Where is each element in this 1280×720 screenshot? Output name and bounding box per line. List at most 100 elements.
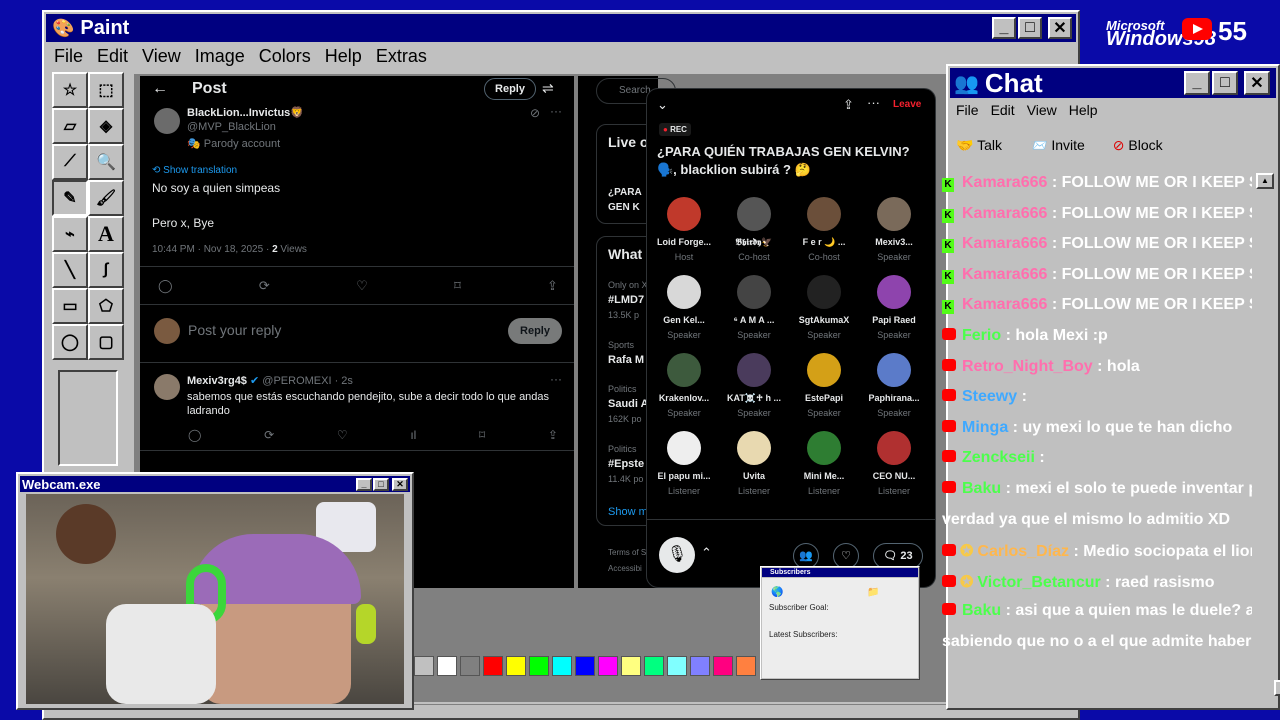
participant[interactable]: El papu mi... Listener <box>649 431 719 507</box>
show-more-link[interactable]: Show m <box>608 506 648 518</box>
chat-username[interactable]: Carlos_Díaz <box>977 543 1069 560</box>
participant[interactable]: EstePapi Speaker <box>789 353 859 429</box>
chat-username[interactable]: Steewy <box>962 388 1017 405</box>
chat-username[interactable]: Kamara666 <box>962 266 1047 283</box>
block-button[interactable]: ⊘ Block <box>1113 137 1163 154</box>
palette-swatch[interactable] <box>667 656 687 676</box>
reply-input[interactable]: Post your reply <box>188 322 281 338</box>
rounded-rect-icon[interactable]: ▢ <box>88 324 124 360</box>
participant[interactable]: Loid Forge... Host <box>649 197 719 273</box>
invite-button[interactable]: 📨 Invite <box>1030 137 1085 154</box>
show-translation-link[interactable]: ⟲ Show translation <box>152 165 237 176</box>
reply-button-top[interactable]: Reply <box>484 78 536 100</box>
chat-username[interactable]: Baku <box>962 602 1001 619</box>
curve-icon[interactable]: ∫ <box>88 252 124 288</box>
reply-icon[interactable]: ◯ <box>188 428 201 442</box>
author-name[interactable]: BlackLion...Invictus🦁 <box>187 106 304 119</box>
analytics-icon[interactable]: ıl <box>410 428 416 442</box>
chat-username[interactable]: Kamara666 <box>962 296 1047 313</box>
menu-edit[interactable]: Edit <box>991 102 1015 118</box>
close-button[interactable]: ✕ <box>1244 71 1270 95</box>
share-icon[interactable]: ⇪ <box>548 428 558 442</box>
free-select-icon[interactable]: ☆ <box>52 72 88 108</box>
leave-button[interactable]: Leave <box>893 99 921 110</box>
palette-swatch[interactable] <box>644 656 664 676</box>
minimize-button[interactable]: _ <box>356 477 372 491</box>
trend3[interactable]: Saudi A <box>608 398 649 410</box>
participant[interactable]: 𝕭𝖇𝖎𝖗𝖉𝖞🦅 Co-host <box>719 197 789 273</box>
talk-button[interactable]: 🤝 Talk <box>956 137 1002 154</box>
repost-icon[interactable]: ⟳ <box>264 428 274 442</box>
reply-author-name[interactable]: Mexiv3rg4$ <box>187 375 247 387</box>
maximize-button[interactable]: □ <box>373 477 389 491</box>
palette-swatch[interactable] <box>621 656 641 676</box>
menu-view[interactable]: View <box>142 46 181 67</box>
menu-edit[interactable]: Edit <box>97 46 128 67</box>
trend1[interactable]: #LMD7 <box>608 294 644 306</box>
mic-button[interactable]: 🎙 <box>659 537 695 573</box>
collapse-chevron-icon[interactable]: ⌄ <box>657 97 668 113</box>
menu-extras[interactable]: Extras <box>376 46 427 67</box>
accessibility-link[interactable]: Accessibi <box>608 564 642 573</box>
participant[interactable]: Uvita Listener <box>719 431 789 507</box>
fill-icon[interactable]: ◈ <box>88 108 124 144</box>
repost-icon[interactable]: ⟳ <box>259 278 270 294</box>
live-sub2[interactable]: GEN K <box>608 202 640 213</box>
palette-swatch[interactable] <box>414 656 434 676</box>
participant[interactable]: ⁶ A M A ... Speaker <box>719 275 789 351</box>
palette-swatch[interactable] <box>483 656 503 676</box>
settings-sliders-icon[interactable]: ⇌ <box>542 80 554 97</box>
trend4[interactable]: #Epste <box>608 458 644 470</box>
line-icon[interactable]: ╲ <box>52 252 88 288</box>
participant[interactable]: Mexiv3... Speaker <box>859 197 929 273</box>
ellipse-icon[interactable]: ◯ <box>52 324 88 360</box>
palette-swatch[interactable] <box>506 656 526 676</box>
palette-swatch[interactable] <box>713 656 733 676</box>
participant[interactable]: Gen Kel... Speaker <box>649 275 719 351</box>
participant[interactable]: SgtAkumaX Speaker <box>789 275 859 351</box>
text-icon[interactable]: A <box>88 216 124 252</box>
chat-username[interactable]: Ferio <box>962 327 1001 344</box>
reply-more-icon[interactable]: ··· <box>550 372 562 386</box>
more-options-icon[interactable]: ··· <box>550 104 562 118</box>
polygon-icon[interactable]: ⬠ <box>88 288 124 324</box>
palette-swatch[interactable] <box>552 656 572 676</box>
share-icon[interactable]: ⇪ <box>843 97 854 113</box>
like-icon[interactable]: ♡ <box>356 278 368 294</box>
rectangle-icon[interactable]: ▭ <box>52 288 88 324</box>
tool-options-box[interactable] <box>58 370 118 466</box>
scroll-down-button[interactable]: ▼ <box>1274 680 1280 696</box>
trend2[interactable]: Rafa M <box>608 354 644 366</box>
maximize-button[interactable]: □ <box>1212 71 1238 95</box>
menu-colors[interactable]: Colors <box>259 46 311 67</box>
chat-username[interactable]: Victor_Betancur <box>977 574 1100 591</box>
participant[interactable]: F e r 🌙 ... Co-host <box>789 197 859 273</box>
chat-username[interactable]: Kamara666 <box>962 235 1047 252</box>
compose-reply-button[interactable]: Reply <box>508 318 562 344</box>
like-icon[interactable]: ♡ <box>337 428 348 442</box>
participant[interactable]: Paphirana... Speaker <box>859 353 929 429</box>
palette-swatch[interactable] <box>529 656 549 676</box>
menu-help[interactable]: Help <box>325 46 362 67</box>
menu-file[interactable]: File <box>956 102 979 118</box>
menu-help[interactable]: Help <box>1069 102 1098 118</box>
magnifier-icon[interactable]: 🔍 <box>88 144 124 180</box>
maximize-button[interactable]: □ <box>1018 17 1042 39</box>
pencil-icon[interactable]: ✎ <box>52 180 88 216</box>
palette-swatch[interactable] <box>437 656 457 676</box>
chat-username[interactable]: Kamara666 <box>962 205 1047 222</box>
palette-swatch[interactable] <box>736 656 756 676</box>
menu-view[interactable]: View <box>1027 102 1057 118</box>
palette-swatch[interactable] <box>575 656 595 676</box>
share-icon[interactable]: ⇪ <box>547 278 558 294</box>
rect-select-icon[interactable]: ⬚ <box>88 72 124 108</box>
expand-chevron-icon[interactable]: ⌃ <box>701 545 712 561</box>
close-button[interactable]: ✕ <box>392 477 408 491</box>
palette-swatch[interactable] <box>690 656 710 676</box>
bookmark-icon[interactable]: ⌑ <box>454 278 461 294</box>
menu-image[interactable]: Image <box>195 46 245 67</box>
minimize-button[interactable]: _ <box>1184 71 1210 95</box>
scroll-up-button[interactable]: ▲ <box>1256 172 1274 189</box>
participant[interactable]: Krakenlov... Speaker <box>649 353 719 429</box>
chat-username[interactable]: Retro_Night_Boy <box>962 358 1093 375</box>
